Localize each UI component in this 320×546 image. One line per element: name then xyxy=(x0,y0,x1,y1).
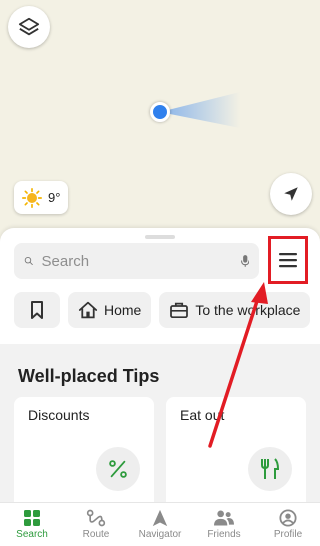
profile-icon xyxy=(279,509,297,527)
discounts-card-label: Discounts xyxy=(28,407,90,423)
nav-item-route[interactable]: Route xyxy=(64,503,128,546)
search-bar[interactable] xyxy=(14,243,259,279)
bottom-sheet: Home To the workplace Well-placed Tips D… xyxy=(0,228,320,517)
eat-out-card[interactable]: Eat out xyxy=(166,397,306,517)
layers-icon xyxy=(18,17,40,36)
briefcase-icon xyxy=(170,302,189,318)
navigator-icon xyxy=(152,509,168,527)
bookmarks-chip[interactable] xyxy=(14,292,60,328)
home-chip-label: Home xyxy=(104,302,142,318)
eat-out-card-label: Eat out xyxy=(180,407,225,423)
workplace-chip-label: To the workplace xyxy=(195,302,301,318)
bottom-navigation: Search Route Navigator Friends Profile xyxy=(0,502,320,546)
bookmark-icon xyxy=(31,301,43,319)
navigation-arrow-icon xyxy=(284,187,298,201)
percent-icon xyxy=(96,447,140,491)
discounts-card[interactable]: Discounts xyxy=(14,397,154,517)
grid-icon xyxy=(24,510,40,526)
my-location-button[interactable] xyxy=(270,173,312,215)
nav-label-friends: Friends xyxy=(207,529,241,540)
search-input[interactable] xyxy=(41,252,241,270)
route-icon xyxy=(86,509,106,527)
home-icon xyxy=(78,301,98,319)
menu-button[interactable] xyxy=(268,236,308,284)
home-chip[interactable]: Home xyxy=(68,292,152,328)
fork-knife-icon xyxy=(248,447,292,491)
tips-section: Well-placed Tips Discounts Eat out xyxy=(0,344,320,517)
layers-button[interactable] xyxy=(8,6,50,48)
nav-item-navigator[interactable]: Navigator xyxy=(128,503,192,546)
microphone-icon[interactable] xyxy=(240,251,249,271)
nav-item-profile[interactable]: Profile xyxy=(256,503,320,546)
nav-label-profile: Profile xyxy=(273,529,303,540)
nav-label-search: Search xyxy=(16,529,48,540)
search-icon xyxy=(24,256,33,266)
nav-label-route: Route xyxy=(82,529,110,540)
nav-item-search[interactable]: Search xyxy=(0,503,64,546)
workplace-chip[interactable]: To the workplace xyxy=(159,292,311,328)
hamburger-menu-icon xyxy=(279,253,297,268)
nav-item-friends[interactable]: Friends xyxy=(192,503,256,546)
quick-destinations: Home To the workplace xyxy=(14,292,311,328)
friends-icon xyxy=(214,510,234,526)
sheet-grabber[interactable] xyxy=(145,235,175,239)
sun-icon xyxy=(22,187,42,208)
nav-label-navigator: Navigator xyxy=(138,529,182,540)
tips-title: Well-placed Tips xyxy=(18,366,160,386)
weather-widget[interactable]: 9° xyxy=(14,181,69,214)
current-location-marker xyxy=(150,102,170,122)
map-view[interactable]: 9° xyxy=(0,0,320,240)
weather-temperature: 9° xyxy=(48,190,61,205)
heading-beam xyxy=(160,92,240,128)
